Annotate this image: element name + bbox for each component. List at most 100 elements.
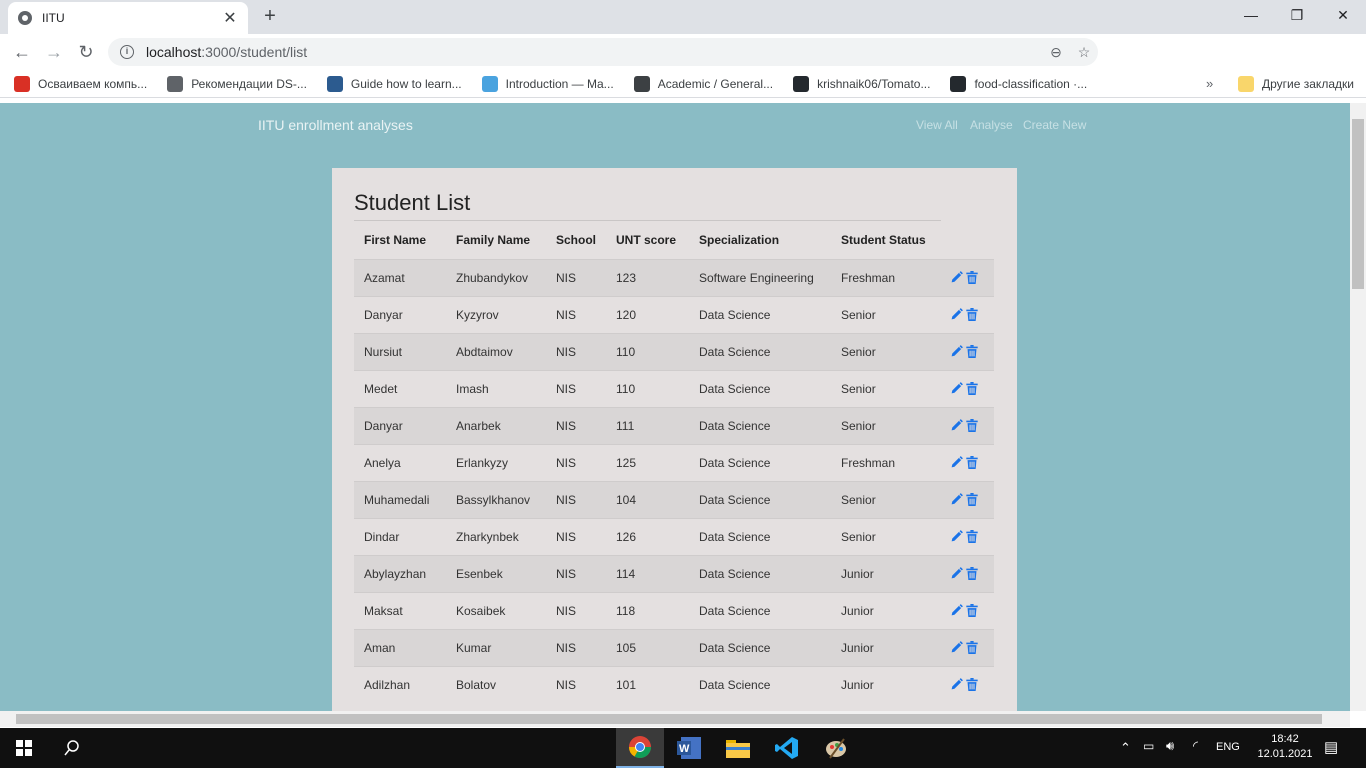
language-indicator[interactable]: ENG (1216, 741, 1240, 753)
notifications-icon[interactable]: ▤ (1324, 738, 1338, 756)
school-cell: NIS (546, 295, 606, 333)
edit-button[interactable] (950, 345, 963, 358)
new-tab-button[interactable]: + (258, 4, 282, 28)
zoom-icon[interactable]: ⊖ (1042, 44, 1070, 61)
nav-view-all[interactable]: View All (916, 118, 958, 132)
vertical-scrollbar[interactable] (1350, 103, 1366, 711)
delete-button[interactable] (966, 382, 978, 395)
delete-button[interactable] (966, 271, 978, 284)
close-tab-icon[interactable]: ✕ (222, 8, 238, 28)
bookmark-favicon-icon (481, 75, 498, 92)
bookmark-item[interactable]: Осваиваем компь... (14, 75, 147, 92)
bookmark-item[interactable]: Рекомендации DS-... (167, 75, 307, 92)
edit-button[interactable] (950, 641, 963, 654)
edit-button[interactable] (950, 308, 963, 321)
horizontal-scrollbar[interactable] (0, 711, 1350, 727)
edit-button[interactable] (950, 567, 963, 580)
scrollbar-thumb[interactable] (16, 714, 1322, 724)
back-button[interactable]: ← (8, 38, 36, 66)
column-header-actions (940, 222, 994, 259)
status-cell: Junior (831, 628, 940, 666)
bookmark-item[interactable]: food-classification ·... (950, 75, 1087, 92)
battery-icon[interactable]: ▭ (1143, 739, 1154, 753)
trash-icon (966, 419, 978, 432)
edit-button[interactable] (950, 419, 963, 432)
network-icon[interactable]: ◜ (1193, 738, 1198, 754)
nav-create-new[interactable]: Create New (1023, 118, 1086, 132)
first-name-cell: Danyar (354, 295, 446, 333)
chrome-taskbar-app[interactable] (616, 728, 664, 768)
delete-button[interactable] (966, 604, 978, 617)
other-bookmarks-folder[interactable]: Другие закладки (1238, 76, 1354, 92)
info-icon[interactable]: i (120, 45, 134, 59)
delete-button[interactable] (966, 641, 978, 654)
unt-score-cell: 110 (606, 332, 689, 370)
delete-button[interactable] (966, 419, 978, 432)
school-cell: NIS (546, 332, 606, 370)
school-cell: NIS (546, 628, 606, 666)
trash-icon (966, 567, 978, 580)
address-bar[interactable]: i localhost:3000/student/list ⊖ ☆ (108, 38, 1098, 66)
bookmark-item[interactable]: Guide how to learn... (326, 75, 462, 92)
trash-icon (966, 456, 978, 469)
url-host: localhost (146, 44, 202, 60)
more-bookmarks-chevron-icon[interactable]: » (1206, 76, 1213, 91)
browser-toolbar: ← → ↻ i localhost:3000/student/list ⊖ ☆ … (0, 34, 1366, 96)
status-cell: Senior (831, 406, 940, 444)
specialization-cell: Data Science (689, 517, 831, 555)
row-actions (950, 604, 994, 617)
bookmark-item[interactable]: Academic / General... (633, 75, 773, 92)
delete-button[interactable] (966, 345, 978, 358)
vscode-taskbar-app[interactable] (763, 728, 811, 768)
edit-button[interactable] (950, 604, 963, 617)
url-text[interactable]: localhost:3000/student/list (146, 44, 1042, 60)
start-button[interactable] (0, 728, 48, 768)
close-window-button[interactable]: ✕ (1320, 0, 1366, 30)
edit-button[interactable] (950, 271, 963, 284)
row-actions (950, 678, 994, 692)
school-cell: NIS (546, 480, 606, 518)
divider (354, 220, 941, 221)
word-taskbar-app[interactable]: W (665, 728, 713, 768)
actions-cell (940, 628, 994, 666)
file-explorer-taskbar-app[interactable] (714, 728, 762, 768)
first-name-cell: Maksat (354, 591, 446, 629)
delete-button[interactable] (966, 567, 978, 580)
specialization-cell: Data Science (689, 369, 831, 407)
bookmark-item[interactable]: Introduction — Ma... (481, 75, 614, 92)
taskbar-clock[interactable]: 18:42 12.01.2021 (1255, 732, 1315, 762)
scrollbar-thumb[interactable] (1352, 119, 1364, 289)
unt-score-cell: 120 (606, 295, 689, 333)
edit-button[interactable] (950, 678, 963, 691)
reload-button[interactable]: ↻ (72, 38, 100, 66)
delete-button[interactable] (966, 493, 978, 506)
status-cell: Senior (831, 295, 940, 333)
browser-tab[interactable]: IITU ✕ (8, 2, 248, 34)
edit-button[interactable] (950, 530, 963, 543)
column-header: First Name (364, 233, 427, 248)
volume-icon[interactable]: 🔊︎ (1166, 738, 1174, 754)
minimize-button[interactable]: — (1228, 0, 1274, 30)
delete-button[interactable] (966, 678, 978, 692)
paint-taskbar-app[interactable] (812, 728, 860, 768)
brand-title[interactable]: IITU enrollment analyses (258, 117, 413, 133)
bookmark-item[interactable]: krishnaik06/Tomato... (793, 75, 930, 92)
status-cell: Senior (831, 517, 940, 555)
maximize-button[interactable]: ❐ (1274, 0, 1320, 30)
family-name-cell: Kyzyrov (446, 295, 546, 333)
search-button[interactable] (48, 728, 96, 768)
edit-pencil-icon (951, 641, 963, 653)
delete-button[interactable] (966, 308, 978, 321)
forward-button[interactable]: → (40, 38, 68, 66)
edit-button[interactable] (950, 382, 963, 395)
first-name-cell: Nursiut (354, 332, 446, 370)
edit-button[interactable] (950, 493, 963, 506)
unt-score-cell: 110 (606, 369, 689, 407)
table-row: Danyar Kyzyrov NIS 120 Data Science Senior (354, 295, 994, 333)
delete-button[interactable] (966, 456, 978, 469)
bookmark-star-icon[interactable]: ☆ (1070, 44, 1098, 61)
nav-analyse[interactable]: Analyse (970, 118, 1013, 132)
delete-button[interactable] (966, 530, 978, 543)
chevron-up-icon[interactable]: ⌃ (1120, 740, 1131, 756)
edit-button[interactable] (950, 456, 963, 469)
